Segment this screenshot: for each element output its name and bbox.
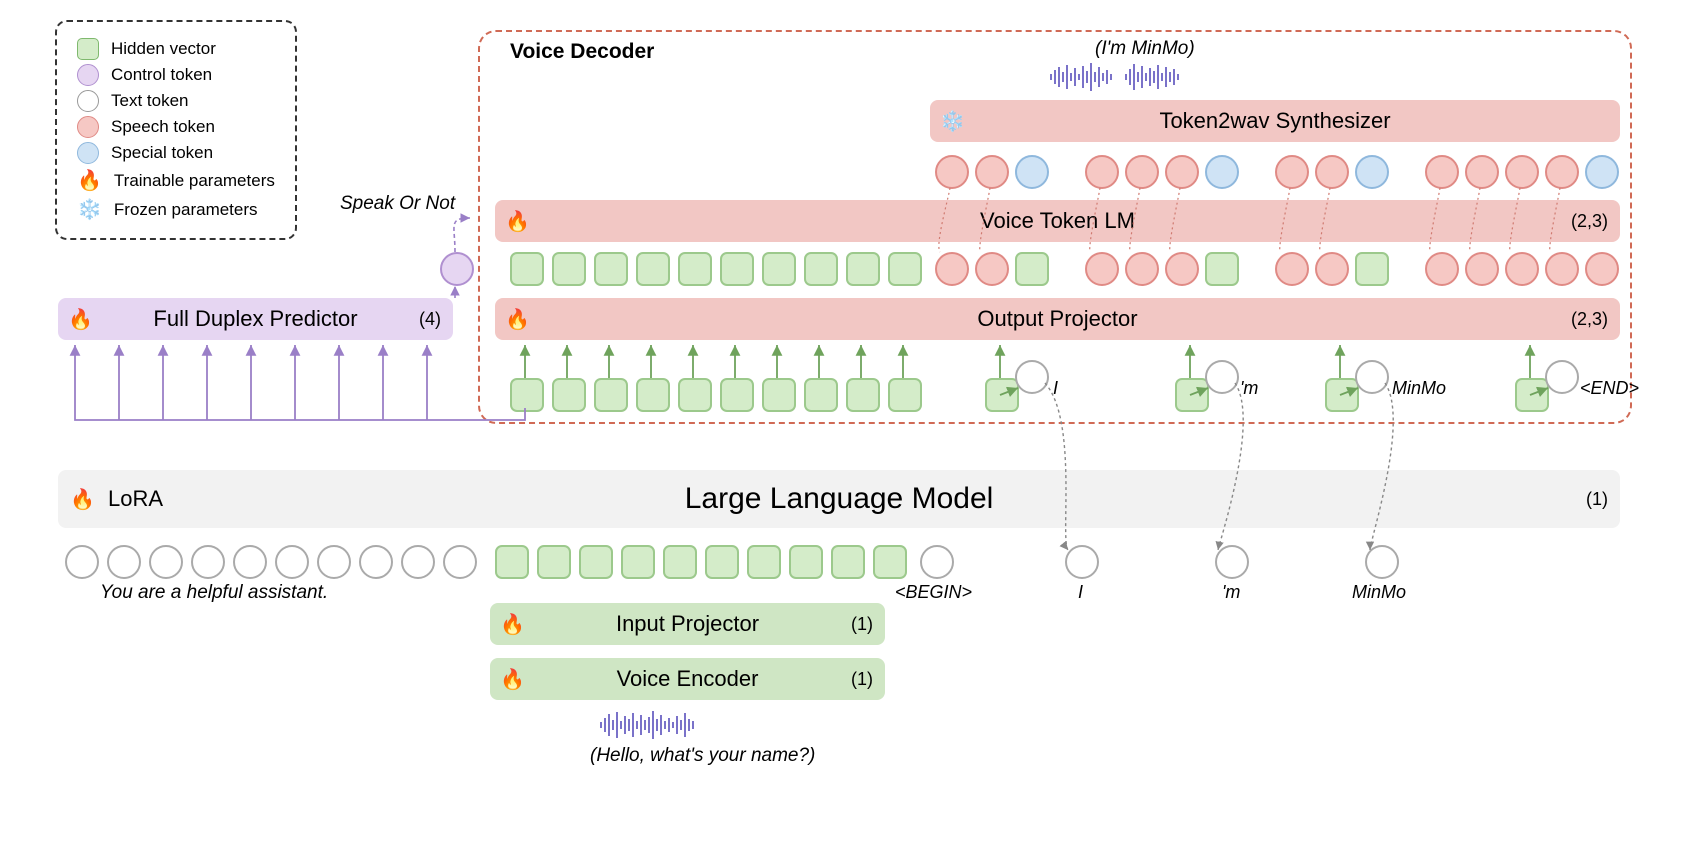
output-caption: (I'm MinMo) [1095,38,1195,60]
token-I-out: I [1053,378,1058,399]
fire-icon: 🔥 [505,209,530,234]
fire-icon: 🔥 [70,487,95,512]
token-MinMo-in: MinMo [1352,582,1406,603]
output-projector-stage: (2,3) [1571,309,1608,330]
legend-trainable: 🔥Trainable parameters [77,168,275,193]
input-caption: (Hello, what's your name?) [590,745,815,767]
llm-block: 🔥 LoRA Large Language Model (1) [58,470,1620,528]
legend-hidden-vector: Hidden vector [77,38,275,60]
voice-token-lm-block: 🔥 Voice Token LM (2,3) [495,200,1620,242]
token2wav-label: Token2wav Synthesizer [1159,108,1390,134]
snowflake-icon: ❄️ [77,197,102,222]
fire-icon: 🔥 [500,612,525,637]
token-m-in: 'm [1222,582,1240,603]
fire-icon: 🔥 [68,307,93,332]
full-duplex-block: 🔥 Full Duplex Predictor (4) [58,298,453,340]
voice-encoder-stage: (1) [851,669,873,690]
legend-control-token: Control token [77,64,275,86]
voice-encoder-label: Voice Encoder [617,666,759,692]
input-projector-block: 🔥 Input Projector (1) [490,603,885,645]
waveform-top-icon [1050,62,1179,92]
voice-decoder-title: Voice Decoder [510,40,654,64]
legend-special-token: Special token [77,142,275,164]
input-projector-label: Input Projector [616,611,759,637]
token-m-out: 'm [1240,378,1258,399]
legend: Hidden vector Control token Text token S… [55,20,297,240]
llm-label: Large Language Model [685,482,994,516]
speak-or-not-label: Speak Or Not [340,193,455,215]
input-projector-stage: (1) [851,614,873,635]
token-end: <END> [1580,378,1639,399]
legend-text-token: Text token [77,90,275,112]
token-I-in: I [1078,582,1083,603]
legend-frozen: ❄️Frozen parameters [77,197,275,222]
llm-stage: (1) [1586,489,1608,510]
voice-token-lm-label: Voice Token LM [980,208,1135,234]
token2wav-block: ❄️ Token2wav Synthesizer [930,100,1620,142]
output-projector-label: Output Projector [977,306,1137,332]
fire-icon: 🔥 [500,667,525,692]
full-duplex-stage: (4) [419,309,441,330]
snowflake-icon: ❄️ [940,109,965,134]
fire-icon: 🔥 [77,168,102,193]
voice-token-lm-stage: (2,3) [1571,211,1608,232]
output-projector-block: 🔥 Output Projector (2,3) [495,298,1620,340]
fire-icon: 🔥 [505,307,530,332]
legend-speech-token: Speech token [77,116,275,138]
voice-encoder-block: 🔥 Voice Encoder (1) [490,658,885,700]
system-prompt: You are a helpful assistant. [100,582,328,604]
lora-label: LoRA [108,486,163,512]
token-MinMo-out: MinMo [1392,378,1446,399]
waveform-bottom-icon [600,710,694,740]
control-token-circle [440,252,474,286]
full-duplex-label: Full Duplex Predictor [153,306,357,332]
token-begin: <BEGIN> [895,582,972,603]
